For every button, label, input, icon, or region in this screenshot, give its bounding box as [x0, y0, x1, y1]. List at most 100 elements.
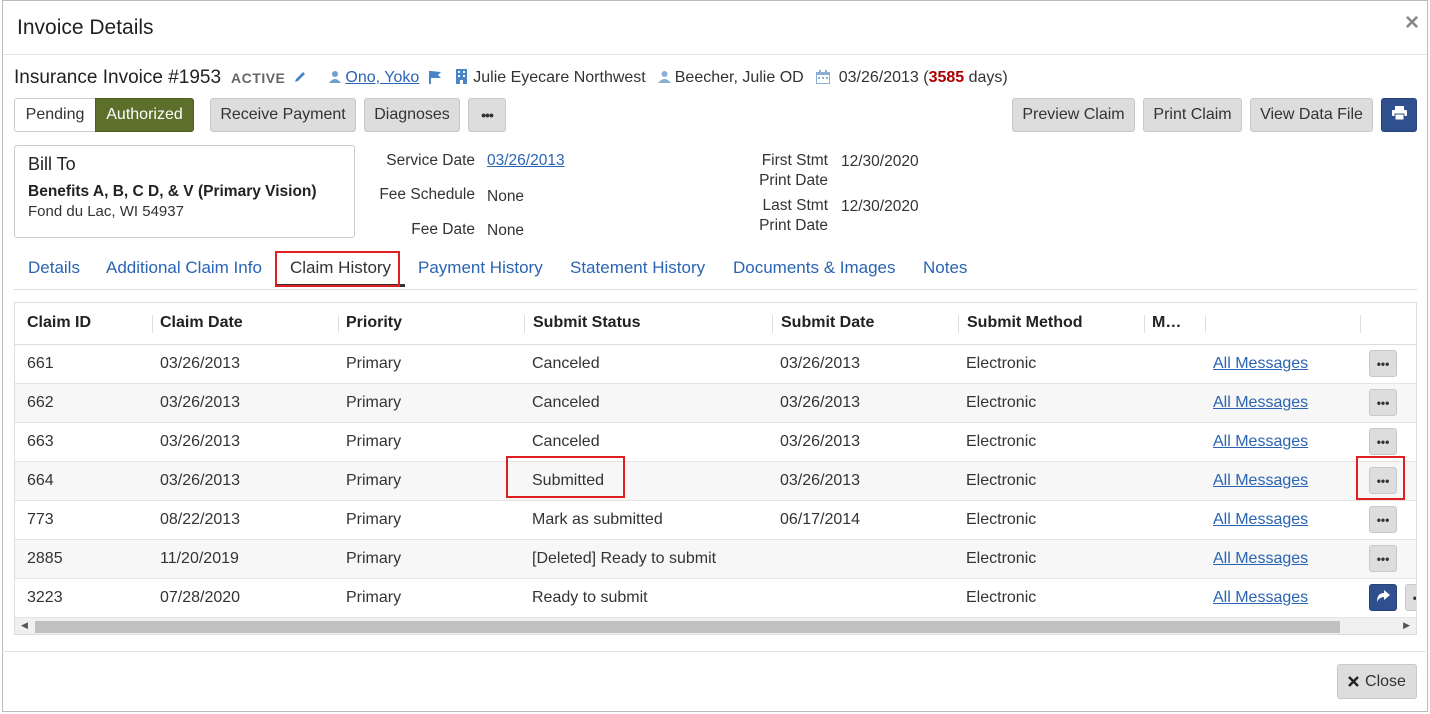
col-submit-status[interactable]: Submit Status: [533, 314, 641, 332]
row-actions-button[interactable]: •••: [1369, 350, 1397, 377]
fee-date-label: Fee Date: [411, 221, 475, 238]
row-actions-button[interactable]: •••: [1405, 584, 1416, 611]
cell-claim-date: 03/26/2013: [160, 472, 241, 489]
tab-documents-images[interactable]: Documents & Images: [733, 258, 896, 278]
submit-claim-button[interactable]: [1369, 584, 1397, 611]
scroll-left-icon[interactable]: ◀: [21, 620, 28, 631]
cell-submit-method: Electronic: [966, 589, 1037, 606]
flag-icon[interactable]: [428, 70, 442, 87]
cell-submit-method: Electronic: [966, 433, 1037, 450]
table-row[interactable]: 3223 07/28/2020 Primary Ready to submit …: [15, 579, 1416, 618]
cell-priority: Primary: [346, 355, 402, 372]
bill-to-name: Benefits A, B, C D, & V (Primary Vision): [28, 183, 317, 200]
highlight-submitted-status: [506, 456, 625, 498]
horizontal-scrollbar[interactable]: ◀ ▶: [15, 617, 1416, 634]
bill-to-panel: Bill To Benefits A, B, C D, & V (Primary…: [14, 145, 355, 238]
table-row[interactable]: 661 03/26/2013 Primary Canceled 03/26/20…: [15, 345, 1416, 384]
cell-priority: Primary: [346, 394, 402, 411]
cell-claim-date: 03/26/2013: [160, 355, 241, 372]
invoice-summary: Insurance Invoice #1953 ACTIVE Ono, Yoko…: [14, 66, 1008, 90]
row-actions-button[interactable]: •••: [1369, 389, 1397, 416]
pending-button[interactable]: Pending: [14, 98, 96, 132]
cell-priority: Primary: [346, 433, 402, 450]
edit-pencil-icon[interactable]: [293, 70, 307, 87]
last-stmt-label-line1: Last Stmt: [762, 197, 828, 214]
service-date-label: Service Date: [386, 152, 475, 169]
cell-claim-date: 11/20/2019: [160, 550, 239, 567]
first-stmt-label-line1: First Stmt: [761, 152, 828, 169]
cell-submit-method: Electronic: [966, 550, 1037, 567]
fee-date-value: None: [487, 222, 525, 239]
highlight-row-actions: [1356, 456, 1405, 500]
all-messages-link[interactable]: All Messages: [1213, 355, 1308, 372]
scroll-right-icon[interactable]: ▶: [1403, 620, 1410, 631]
all-messages-link[interactable]: All Messages: [1213, 472, 1308, 489]
days-count: 3585: [928, 69, 965, 86]
cell-claim-id: 661: [27, 355, 54, 372]
cell-priority: Primary: [346, 511, 402, 528]
more-actions-button[interactable]: •••: [468, 98, 506, 132]
table-row[interactable]: 2885 11/20/2019 Primary [Deleted] Ready …: [15, 540, 1416, 579]
table-row[interactable]: 773 08/22/2013 Primary Mark as submitted…: [15, 501, 1416, 540]
all-messages-link[interactable]: All Messages: [1213, 589, 1308, 606]
col-priority[interactable]: Priority: [346, 314, 402, 332]
cell-submit-method: Electronic: [966, 355, 1037, 372]
close-button[interactable]: Close: [1337, 664, 1417, 699]
table-row[interactable]: 663 03/26/2013 Primary Canceled 03/26/20…: [15, 423, 1416, 462]
col-submit-date[interactable]: Submit Date: [781, 314, 874, 332]
scroll-thumb[interactable]: [35, 621, 1340, 633]
all-messages-link[interactable]: All Messages: [1213, 433, 1308, 450]
all-messages-link[interactable]: All Messages: [1213, 550, 1308, 567]
tab-details[interactable]: Details: [28, 258, 80, 278]
all-messages-link[interactable]: All Messages: [1213, 394, 1308, 411]
invoice-title: Insurance Invoice #1953: [14, 67, 222, 88]
row-actions-button[interactable]: •••: [1369, 545, 1397, 572]
table-row[interactable]: 662 03/26/2013 Primary Canceled 03/26/20…: [15, 384, 1416, 423]
cell-submit-date: 03/26/2013: [780, 394, 861, 411]
col-claim-date[interactable]: Claim Date: [160, 314, 243, 332]
table-row[interactable]: 664 03/26/2013 Primary Submitted 03/26/2…: [15, 462, 1416, 501]
cell-submit-status: Canceled: [532, 394, 600, 411]
row-actions-button[interactable]: •••: [1369, 506, 1397, 533]
col-messages[interactable]: M…: [1152, 314, 1181, 332]
col-claim-id[interactable]: Claim ID: [27, 314, 91, 332]
print-claim-button[interactable]: Print Claim: [1143, 98, 1242, 132]
close-icon[interactable]: ×: [1405, 11, 1419, 35]
bill-to-heading: Bill To: [28, 154, 76, 174]
row-actions-button[interactable]: •••: [1369, 428, 1397, 455]
fee-schedule-value: None: [487, 188, 525, 205]
diagnoses-button[interactable]: Diagnoses: [364, 98, 460, 132]
bill-to-address: Fond du Lac, WI 54937: [28, 203, 184, 220]
service-date-link[interactable]: 03/26/2013: [487, 152, 565, 169]
tab-notes[interactable]: Notes: [923, 258, 967, 278]
cell-submit-status: Canceled: [532, 433, 600, 450]
print-button[interactable]: [1381, 98, 1417, 132]
building-icon: [456, 69, 468, 87]
receive-payment-button[interactable]: Receive Payment: [210, 98, 356, 132]
patient-link[interactable]: Ono, Yoko: [345, 69, 419, 86]
cell-submit-date: 03/26/2013: [780, 433, 861, 450]
col-submit-method[interactable]: Submit Method: [967, 314, 1083, 332]
days-close: days): [964, 69, 1008, 86]
cell-submit-status: Canceled: [532, 355, 600, 372]
view-data-file-button[interactable]: View Data File: [1250, 98, 1373, 132]
tab-statement-history[interactable]: Statement History: [570, 258, 705, 278]
cell-priority: Primary: [346, 589, 402, 606]
authorized-button[interactable]: Authorized: [95, 98, 194, 132]
modal-header: Invoice Details ×: [3, 1, 1427, 55]
cell-submit-date: 03/26/2013: [780, 355, 861, 372]
cell-submit-method: Electronic: [966, 472, 1037, 489]
cell-claim-date: 03/26/2013: [160, 433, 241, 450]
preview-claim-button[interactable]: Preview Claim: [1012, 98, 1135, 132]
cell-submit-status: Ready to submit: [532, 589, 648, 606]
last-stmt-label-line2: Print Date: [759, 217, 828, 234]
cell-submit-status: Mark as submitted: [532, 511, 663, 528]
tab-additional-claim-info[interactable]: Additional Claim Info: [106, 258, 262, 278]
close-x-icon: [1348, 676, 1359, 687]
grid-header: Claim ID Claim Date Priority Submit Stat…: [15, 303, 1416, 345]
cell-claim-id: 3223: [27, 589, 63, 606]
claim-history-grid: Claim ID Claim Date Priority Submit Stat…: [14, 302, 1417, 635]
tab-payment-history[interactable]: Payment History: [418, 258, 543, 278]
all-messages-link[interactable]: All Messages: [1213, 511, 1308, 528]
cell-submit-date: 03/26/2013: [780, 472, 861, 489]
